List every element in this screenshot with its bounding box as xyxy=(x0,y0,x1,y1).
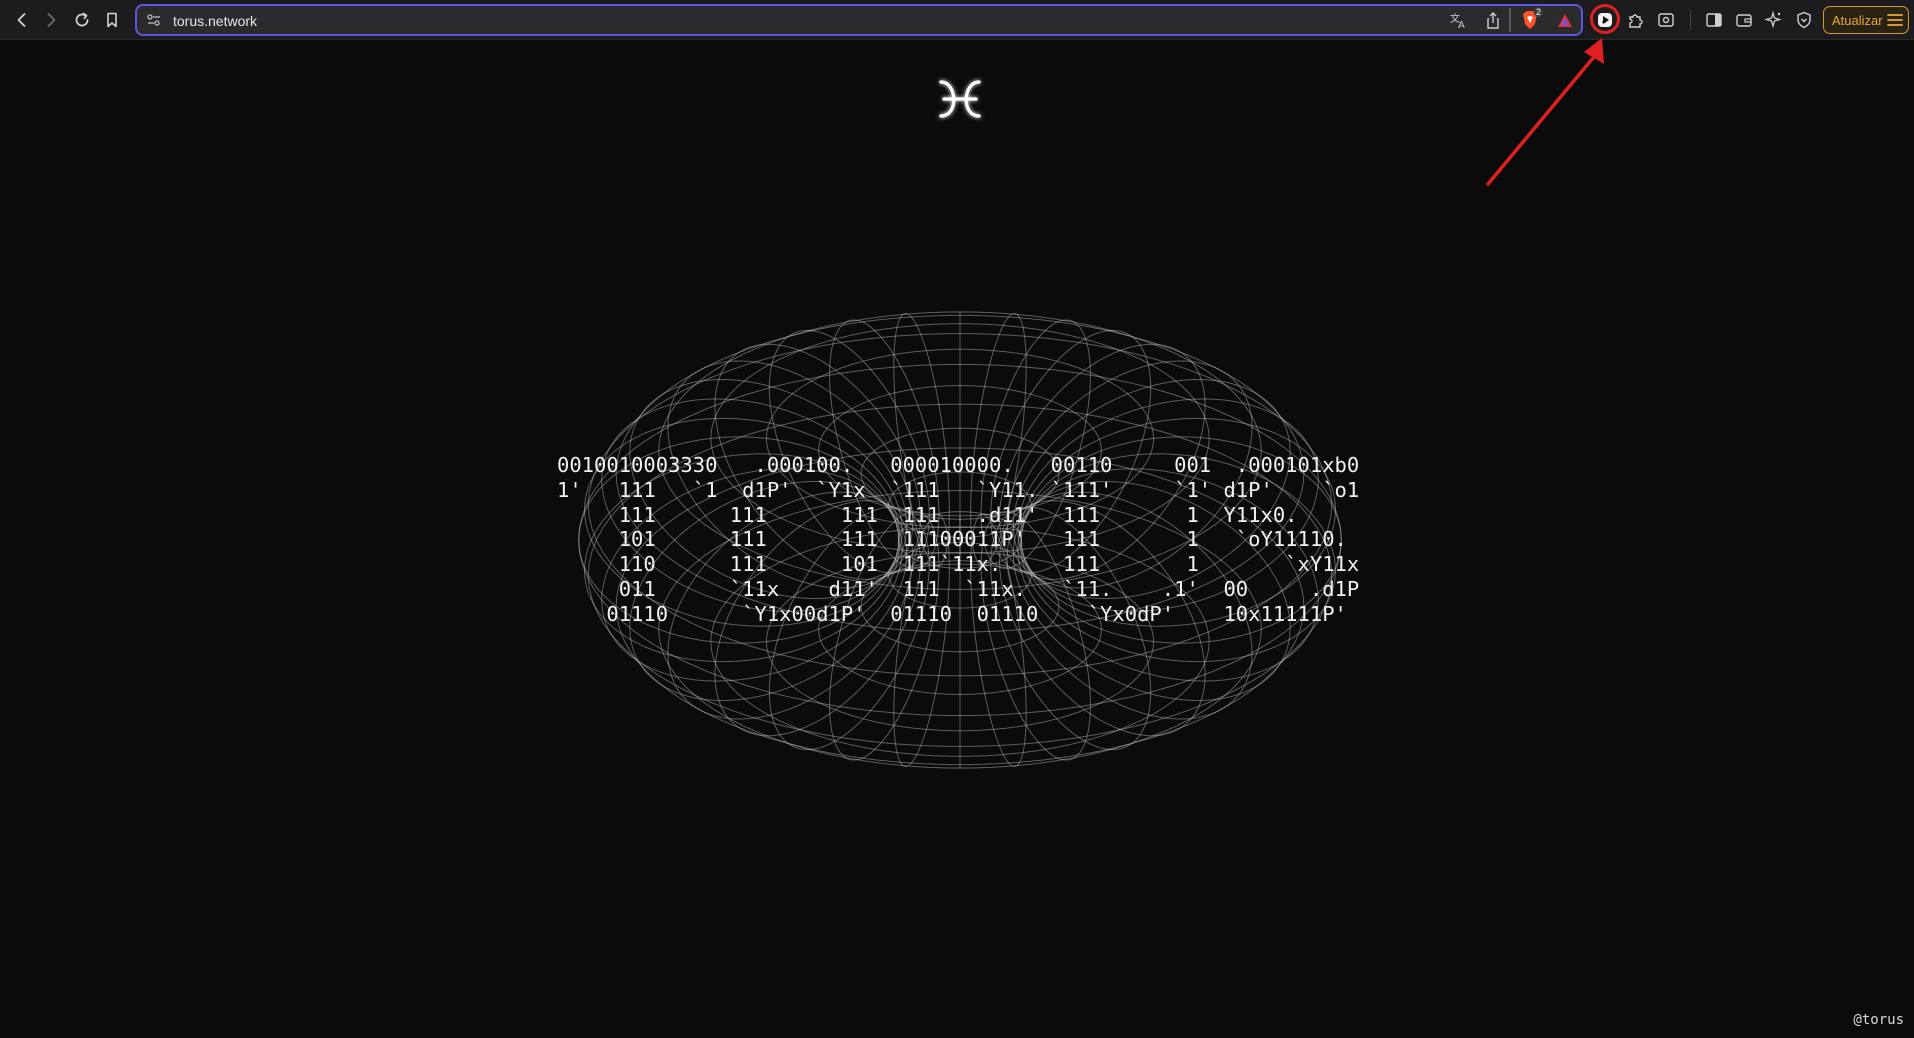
extensions-button[interactable] xyxy=(1624,8,1648,32)
ascii-line: 0010010003330 .000100. 000010000. 00110 … xyxy=(557,453,1360,477)
torus-ascii-wordmark: 0010010003330 .000100. 000010000. 00110 … xyxy=(557,453,1359,627)
reload-icon xyxy=(75,12,89,27)
bookmark-button[interactable] xyxy=(100,8,124,32)
sidebar-button[interactable] xyxy=(1702,8,1726,32)
chevron-left-icon xyxy=(17,13,26,27)
screenshot-icon xyxy=(1658,13,1674,27)
wallet-button[interactable] xyxy=(1732,8,1756,32)
sidebar-icon xyxy=(1706,13,1722,27)
ascii-line: 01110 `Y1x00d1P' 01110 01110 `Yx0dP' 10x… xyxy=(557,601,1347,626)
browser-toolbar: torus.network 文A 2 Atualizar xyxy=(0,0,1914,40)
leo-ai-button[interactable] xyxy=(1762,8,1786,32)
bookmark-icon xyxy=(107,12,117,28)
back-button[interactable] xyxy=(10,8,34,32)
url-text[interactable]: torus.network xyxy=(173,13,257,29)
chevron-right-icon xyxy=(47,13,56,27)
ascii-line: 111 111 111 111 .d11' 111 1 Y11x0. xyxy=(557,502,1298,527)
leo-ai-icon xyxy=(1764,10,1782,29)
svg-text:A: A xyxy=(1458,20,1465,31)
update-button[interactable]: Atualizar xyxy=(1823,6,1909,34)
shield-badge: 2 xyxy=(1534,7,1544,17)
annotation-arrow xyxy=(1486,38,1604,186)
ascii-line: 011 `11x d11' 111 `11x. `11. .1' 00 .d1P xyxy=(557,576,1360,601)
vpn-icon xyxy=(1797,11,1811,29)
reload-button[interactable] xyxy=(70,8,94,32)
toolbar-divider xyxy=(1690,10,1691,30)
ascii-line: 101 111 111 11100011P' 111 1 `oY11110. xyxy=(557,527,1347,552)
footer-handle[interactable]: @torus xyxy=(1853,1012,1904,1028)
forward-button[interactable] xyxy=(39,8,63,32)
wallet-icon xyxy=(1736,14,1752,27)
brave-rewards-icon[interactable] xyxy=(1555,11,1575,31)
screenshot-button[interactable] xyxy=(1654,8,1678,32)
ascii-line: 110 111 101 111`11x. 111 1 `xY11x xyxy=(557,552,1360,577)
torus-logo-icon[interactable] xyxy=(935,74,985,124)
ascii-line: 1' 111 `1 d1P' `Y1x `111 `Y11. `111' `1'… xyxy=(557,477,1360,502)
update-button-label: Atualizar xyxy=(1832,12,1883,28)
translate-icon[interactable]: 文A xyxy=(1449,11,1469,31)
puzzle-icon xyxy=(1629,14,1643,28)
address-bar[interactable]: torus.network 文A 2 xyxy=(135,4,1583,36)
toolbar-divider xyxy=(1509,8,1511,32)
vpn-button[interactable] xyxy=(1792,8,1816,32)
share-icon[interactable] xyxy=(1483,11,1503,31)
hamburger-menu-icon xyxy=(1886,14,1903,26)
site-settings-icon[interactable] xyxy=(145,12,163,28)
